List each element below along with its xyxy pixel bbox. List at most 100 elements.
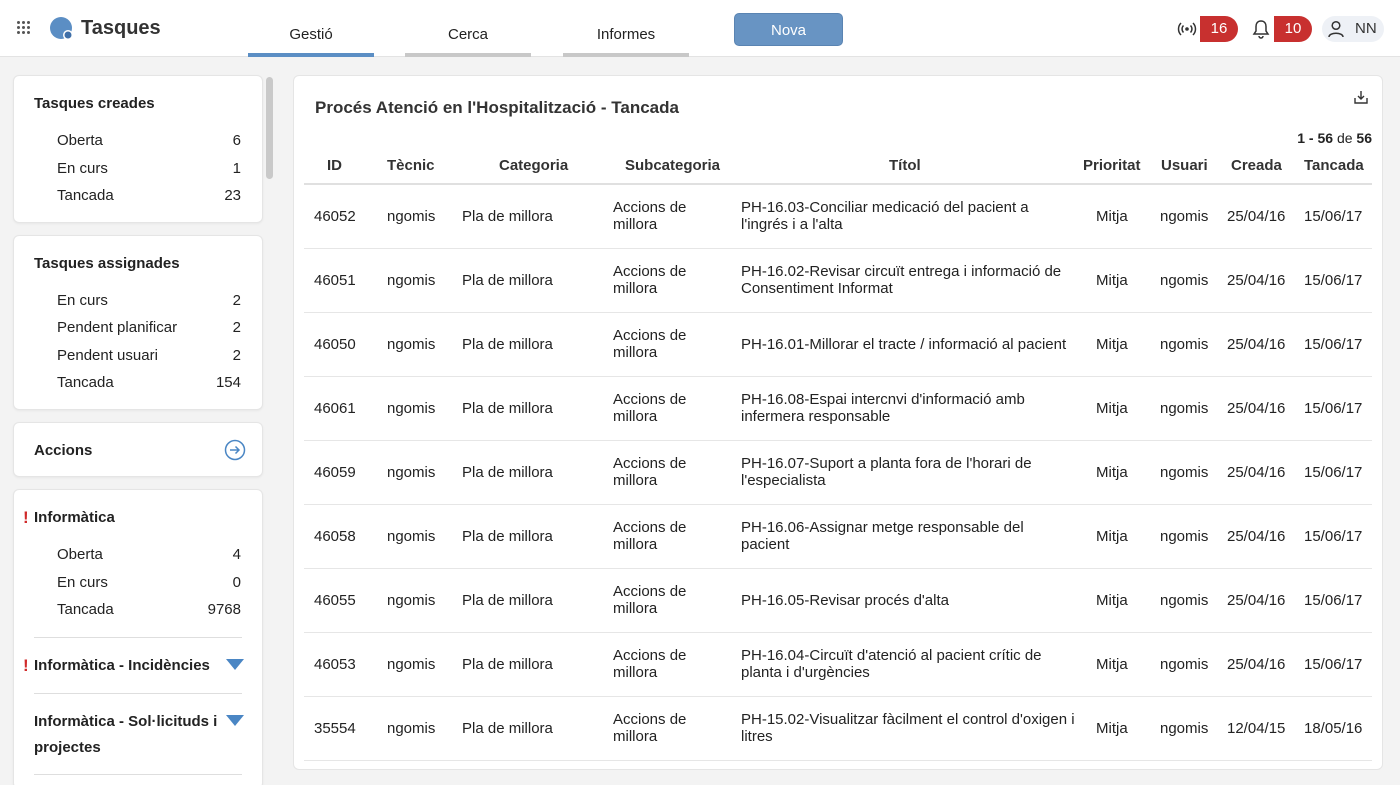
cell-prioritat: Mitja: [1096, 464, 1128, 481]
cell-usuari: ngomis: [1160, 336, 1209, 353]
informatica-item-oberta[interactable]: Oberta 4: [57, 546, 241, 563]
cell-tecnic: ngomis: [387, 656, 436, 673]
col-header-tecnic[interactable]: Tècnic: [387, 157, 435, 174]
created-tasks-card: Tasques creades Oberta 6 En curs 1 Tancada…: [13, 75, 263, 223]
col-header-creada[interactable]: Creada: [1231, 157, 1282, 174]
col-header-tancada[interactable]: Tancada: [1304, 157, 1364, 174]
cell-prioritat: Mitja: [1096, 528, 1128, 545]
cell-subcategoria: Accions de millora: [613, 263, 687, 297]
cell-titol: PH-16.01-Millorar el tracte / informació…: [741, 336, 1067, 353]
signal-notifications[interactable]: 16: [1176, 16, 1238, 42]
cell-tancada: 15/06/17: [1304, 208, 1363, 225]
assigned-item-tancada[interactable]: Tancada 154: [57, 374, 241, 391]
cell-usuari: ngomis: [1160, 720, 1209, 737]
cell-id: 46058: [314, 528, 356, 545]
cell-tecnic: ngomis: [387, 464, 436, 481]
cell-categoria: Pla de millora: [462, 720, 553, 737]
cell-subcategoria: Accions de millora: [613, 327, 687, 361]
table-row[interactable]: 46051 ngomis Pla de millora Accions de millo…: [304, 249, 1372, 313]
cell-usuari: ngomis: [1160, 528, 1209, 545]
created-item-en-curs[interactable]: En curs 1: [57, 160, 241, 177]
created-item-oberta[interactable]: Oberta 6: [57, 132, 241, 149]
cell-subcategoria: Accions de millora: [613, 711, 687, 745]
logo-icon: [50, 17, 73, 40]
cell-subcategoria: Accions de millora: [613, 583, 687, 617]
task-list-panel: Procés Atenció en l'Hospitalització - Ta…: [293, 75, 1383, 770]
cell-id: 46053: [314, 656, 356, 673]
cell-tecnic: ngomis: [387, 336, 436, 353]
tab-cerca[interactable]: Cerca: [405, 0, 531, 57]
cell-usuari: ngomis: [1160, 400, 1209, 417]
col-header-categoria[interactable]: Categoria: [499, 157, 568, 174]
top-bar: Tasques Gestió Cerca Informes Nova 16 10…: [0, 0, 1400, 57]
col-header-subcategoria[interactable]: Subcategoria: [625, 157, 720, 174]
cell-tancada: 15/06/17: [1304, 336, 1363, 353]
col-header-prioritat[interactable]: Prioritat: [1083, 157, 1141, 174]
table-row[interactable]: 46053 ngomis Pla de millora Accions de millo…: [304, 633, 1372, 697]
cell-categoria: Pla de millora: [462, 272, 553, 289]
cell-tancada: 15/06/17: [1304, 656, 1363, 673]
cell-creada: 25/04/16: [1227, 336, 1286, 353]
sidebar-scrollbar[interactable]: [266, 77, 273, 179]
download-icon[interactable]: [1353, 89, 1369, 105]
cell-tecnic: ngomis: [387, 720, 436, 737]
col-header-id[interactable]: ID: [327, 157, 342, 174]
assigned-item-en-curs[interactable]: En curs 2: [57, 292, 241, 309]
user-menu[interactable]: NN: [1322, 16, 1384, 42]
cell-tecnic: ngomis: [387, 208, 436, 225]
cell-prioritat: Mitja: [1096, 400, 1128, 417]
actions-card[interactable]: Accions: [13, 422, 263, 477]
cell-creada: 25/04/16: [1227, 656, 1286, 673]
table-row[interactable]: 46050 ngomis Pla de millora Accions de millo…: [304, 313, 1372, 377]
informatica-solicituds-title-line2[interactable]: projectes: [34, 739, 101, 756]
informatica-item-en-curs[interactable]: En curs 0: [57, 574, 241, 591]
informatica-item-tancada[interactable]: Tancada 9768: [57, 601, 241, 618]
table-row[interactable]: 46052 ngomis Pla de millora Accions de millo…: [304, 185, 1372, 249]
informatica-incidencies-title[interactable]: Informàtica - Incidències: [34, 657, 210, 674]
cell-subcategoria: Accions de millora: [613, 519, 687, 553]
expand-triangle-icon[interactable]: [226, 715, 244, 726]
created-item-tancada[interactable]: Tancada 23: [57, 187, 241, 204]
cell-titol: PH-16.06-Assignar metge responsable del p…: [741, 519, 1024, 553]
cell-id: 46055: [314, 592, 356, 609]
cell-prioritat: Mitja: [1096, 272, 1128, 289]
table-row[interactable]: 46061 ngomis Pla de millora Accions de millo…: [304, 377, 1372, 441]
cell-id: 35554: [314, 720, 356, 737]
cell-id: 46051: [314, 272, 356, 289]
tab-gestio[interactable]: Gestió: [248, 0, 374, 57]
table-row[interactable]: 35554 ngomis Pla de millora Accions de millo…: [304, 697, 1372, 761]
new-task-button[interactable]: Nova: [734, 13, 843, 46]
cell-titol: PH-16.07-Suport a planta fora de l'horar…: [741, 455, 1032, 489]
cell-tancada: 15/06/17: [1304, 592, 1363, 609]
informatica-solicituds-title[interactable]: Informàtica - Sol·licituds i: [34, 713, 217, 730]
arrow-right-circle-icon[interactable]: [224, 439, 246, 461]
bell-notifications[interactable]: 10: [1250, 16, 1312, 42]
assigned-tasks-card: Tasques assignades En curs 2 Pendent plan…: [13, 235, 263, 410]
cell-categoria: Pla de millora: [462, 656, 553, 673]
col-header-usuari[interactable]: Usuari: [1161, 157, 1208, 174]
expand-triangle-icon[interactable]: [226, 659, 244, 670]
cell-categoria: Pla de millora: [462, 400, 553, 417]
app-title: Tasques: [81, 17, 161, 39]
cell-id: 46050: [314, 336, 356, 353]
pagination-info: 1 - 56 de 56: [1297, 130, 1372, 146]
cell-prioritat: Mitja: [1096, 592, 1128, 609]
table-row[interactable]: 46059 ngomis Pla de millora Accions de millo…: [304, 441, 1372, 505]
table-row[interactable]: 46055 ngomis Pla de millora Accions de millo…: [304, 569, 1372, 633]
apps-grid-icon[interactable]: [17, 21, 31, 35]
tab-informes[interactable]: Informes: [563, 0, 689, 57]
col-header-titol[interactable]: Títol: [889, 157, 921, 174]
cell-categoria: Pla de millora: [462, 208, 553, 225]
cell-titol: PH-15.02-Visualitzar fàcilment el contro…: [741, 711, 1075, 745]
cell-titol: PH-16.04-Circuït d'atenció al pacient cr…: [741, 647, 1042, 681]
cell-id: 46061: [314, 400, 356, 417]
bell-icon: [1252, 20, 1270, 39]
cell-tancada: 15/06/17: [1304, 464, 1363, 481]
cell-categoria: Pla de millora: [462, 528, 553, 545]
cell-tancada: 15/06/17: [1304, 272, 1363, 289]
cell-prioritat: Mitja: [1096, 208, 1128, 225]
assigned-item-pendent-planificar[interactable]: Pendent planificar 2: [57, 319, 241, 336]
user-initials: NN: [1355, 20, 1377, 37]
assigned-item-pendent-usuari[interactable]: Pendent usuari 2: [57, 347, 241, 364]
table-row[interactable]: 46058 ngomis Pla de millora Accions de millo…: [304, 505, 1372, 569]
